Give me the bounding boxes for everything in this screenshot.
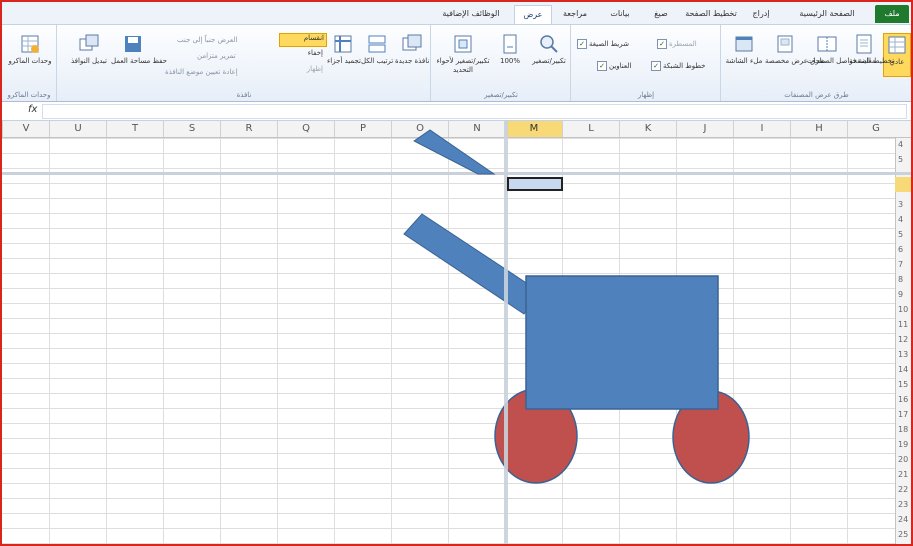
handle-shape[interactable]	[403, 213, 541, 315]
active-cell[interactable]	[507, 177, 563, 191]
arm-shape-top[interactable]	[413, 129, 496, 175]
drawing-layer	[403, 129, 750, 484]
cart-body-shape[interactable]	[525, 275, 719, 410]
excel-window: ملف الصفحة الرئيسية إدراج تخطيط الصفحة ص…	[0, 0, 913, 546]
